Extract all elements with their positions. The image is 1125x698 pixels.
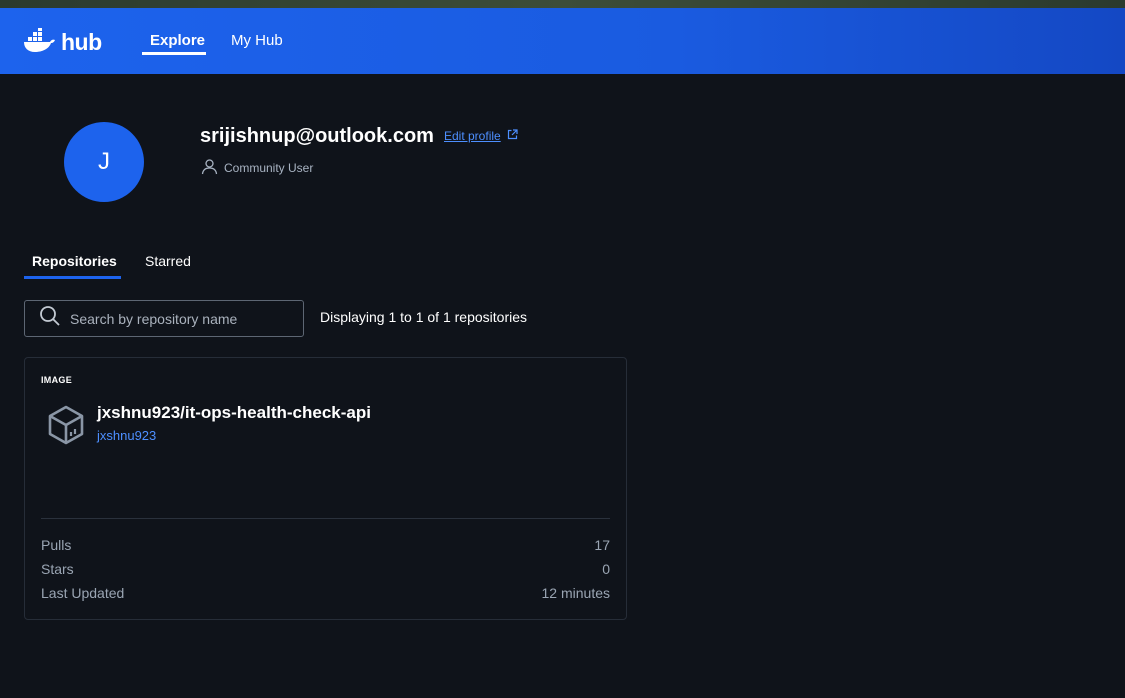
external-link-icon	[507, 129, 518, 143]
repository-search[interactable]	[24, 300, 304, 337]
tab-active-indicator	[24, 276, 121, 279]
stat-last-updated: Last Updated 12 minutes	[41, 585, 610, 601]
search-input[interactable]	[70, 310, 290, 327]
edit-profile-label: Edit profile	[444, 129, 501, 143]
logo-text: hub	[61, 28, 102, 55]
nav-active-indicator	[142, 52, 206, 55]
repository-owner[interactable]: jxshnu923	[97, 428, 156, 443]
search-icon	[39, 305, 61, 332]
stat-label: Pulls	[41, 537, 72, 553]
docker-hub-logo[interactable]: hub	[23, 27, 102, 57]
stat-value: 17	[594, 537, 610, 553]
edit-profile-link[interactable]: Edit profile	[444, 129, 518, 143]
docker-whale-icon	[23, 27, 57, 57]
user-role: Community User	[201, 158, 313, 178]
stat-pulls: Pulls 17	[41, 537, 610, 553]
profile-username: srijishnup@outlook.com	[200, 125, 434, 147]
stat-stars: Stars 0	[41, 561, 610, 577]
stat-value: 12 minutes	[541, 585, 610, 601]
nav-tab-explore[interactable]: Explore	[150, 32, 205, 49]
top-nav-bar: hub Explore My Hub	[0, 8, 1125, 74]
user-icon	[201, 158, 218, 178]
repository-name[interactable]: jxshnu923/it-ops-health-check-api	[97, 403, 371, 423]
repository-type-badge: IMAGE	[41, 375, 73, 385]
package-box-icon	[47, 405, 85, 450]
card-divider	[41, 518, 610, 519]
tab-starred[interactable]: Starred	[145, 253, 191, 269]
avatar: J	[64, 122, 144, 202]
nav-tab-my-hub[interactable]: My Hub	[231, 32, 283, 49]
window-top-strip	[0, 0, 1125, 8]
user-role-label: Community User	[224, 161, 314, 175]
stat-value: 0	[602, 561, 610, 577]
stat-label: Stars	[41, 561, 74, 577]
tab-repositories[interactable]: Repositories	[32, 253, 117, 269]
results-count: Displaying 1 to 1 of 1 repositories	[320, 309, 527, 325]
stat-label: Last Updated	[41, 585, 125, 601]
repository-card[interactable]: IMAGE jxshnu923/it-ops-health-check-api …	[24, 357, 627, 620]
